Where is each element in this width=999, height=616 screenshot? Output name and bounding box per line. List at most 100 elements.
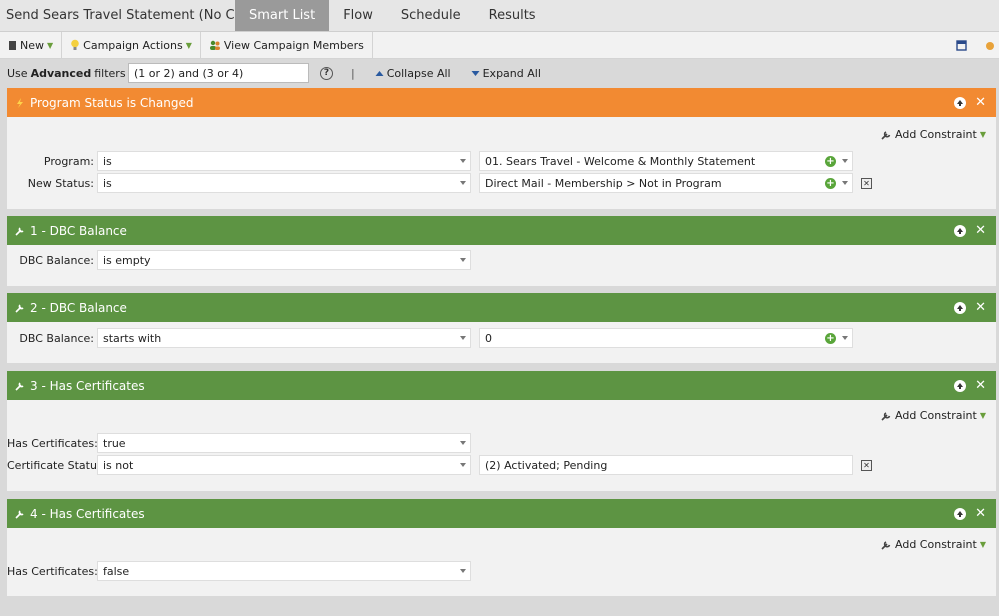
wrench-icon [15, 226, 24, 236]
view-campaign-members-button[interactable]: View Campaign Members [201, 31, 373, 59]
operator-value: is not [103, 458, 134, 472]
tab-smart-list[interactable]: Smart List [235, 0, 330, 31]
value-text: Direct Mail - Membership > Not in Progra… [485, 176, 722, 190]
remove-constraint-icon[interactable]: ✕ [861, 459, 872, 471]
dropdown-arrow-icon [460, 441, 466, 445]
operator-select[interactable]: is [97, 173, 471, 193]
filter-card-4-has-certificates: 4 - Has Certificates ✕ Add Constraint ▼ … [7, 499, 996, 596]
trigger-card-program-status: Program Status is Changed ✕ Add Constrai… [7, 88, 996, 209]
delete-filter-icon[interactable]: ✕ [975, 96, 986, 109]
card-controls: ✕ [954, 88, 986, 117]
dropdown-arrow-icon [460, 258, 466, 262]
value-text: (2) Activated; Pending [485, 458, 608, 472]
notification-icon[interactable] [985, 41, 995, 51]
move-up-icon[interactable] [954, 224, 967, 237]
tab-campaign-title[interactable]: Send Sears Travel Statement (No Cert/... [0, 0, 235, 31]
card-title: Program Status is Changed [30, 95, 194, 110]
card-controls: ✕ [954, 293, 986, 322]
dropdown-arrow-icon [460, 569, 466, 573]
chevron-down-icon: ▼ [979, 540, 986, 549]
value-select[interactable]: 01. Sears Travel - Welcome & Monthly Sta… [479, 151, 853, 171]
dropdown-arrow-icon [460, 159, 466, 163]
toolbar: New ▼ Campaign Actions ▼ View Campaign M… [0, 31, 999, 59]
new-button-label: New [20, 38, 44, 52]
operator-select[interactable]: true [97, 433, 471, 453]
tab-flow[interactable]: Flow [329, 0, 387, 31]
value-select[interactable]: Direct Mail - Membership > Not in Progra… [479, 173, 853, 193]
chevron-down-icon: ▼ [979, 130, 986, 139]
expand-all-button[interactable]: Expand All [471, 67, 541, 80]
card-header[interactable]: Program Status is Changed ✕ [7, 88, 996, 117]
add-constraint-button[interactable]: Add Constraint ▼ [881, 128, 986, 141]
dropdown-arrow-icon [460, 336, 466, 340]
filter-logic-bar: Use Advanced filters ▼ ? | Collapse All … [0, 59, 999, 87]
dropdown-arrow-icon [460, 181, 466, 185]
move-up-icon[interactable] [954, 96, 967, 109]
move-up-icon[interactable] [954, 301, 967, 314]
collapse-all-button[interactable]: Collapse All [375, 67, 451, 80]
card-header[interactable]: 3 - Has Certificates ✕ [7, 371, 996, 400]
dropdown-arrow-icon [842, 181, 848, 185]
add-value-icon[interactable]: + [825, 156, 836, 167]
card-header[interactable]: 4 - Has Certificates ✕ [7, 499, 996, 528]
filter-logic-input[interactable] [128, 63, 309, 83]
card-header[interactable]: 2 - DBC Balance ✕ [7, 293, 996, 322]
operator-select[interactable]: is [97, 151, 471, 171]
advanced-label: Advanced [30, 66, 92, 80]
add-value-icon[interactable]: + [825, 333, 836, 344]
filter-row: DBC Balance: is empty [7, 250, 471, 270]
add-constraint-button[interactable]: Add Constraint ▼ [881, 538, 986, 551]
field-label: DBC Balance: [19, 253, 94, 267]
advanced-filters-toggle[interactable]: Use Advanced filters ▼ [0, 66, 135, 80]
help-icon[interactable]: ? [320, 66, 333, 80]
operator-select[interactable]: is empty [97, 250, 471, 270]
remove-constraint-icon[interactable]: ✕ [861, 177, 872, 189]
filter-row: Has Certificates: false [7, 561, 471, 581]
operator-select[interactable]: false [97, 561, 471, 581]
wrench-icon [15, 303, 24, 313]
campaign-actions-button[interactable]: Campaign Actions ▼ [62, 31, 201, 59]
delete-filter-icon[interactable]: ✕ [975, 379, 986, 392]
move-up-icon[interactable] [954, 507, 967, 520]
delete-filter-icon[interactable]: ✕ [975, 507, 986, 520]
wrench-icon [881, 541, 891, 550]
window-icon[interactable] [956, 40, 967, 51]
dropdown-arrow-icon [842, 336, 848, 340]
new-button[interactable]: New ▼ [0, 31, 63, 59]
filter-row: Certificate Status: is not (2) Activated… [7, 455, 872, 475]
add-constraint-label: Add Constraint [895, 409, 977, 422]
value-select[interactable]: 0 + [479, 328, 853, 348]
value-text: 01. Sears Travel - Welcome & Monthly Sta… [485, 154, 756, 168]
toolbar-separator: | [351, 66, 355, 80]
new-document-icon [9, 40, 16, 50]
tab-results[interactable]: Results [475, 0, 550, 31]
wrench-icon [881, 131, 891, 140]
filter-card-3-has-certificates: 3 - Has Certificates ✕ Add Constraint ▼ … [7, 371, 996, 491]
filter-row: Has Certificates: true [7, 433, 471, 453]
operator-select[interactable]: is not [97, 455, 471, 475]
add-constraint-label: Add Constraint [895, 538, 977, 551]
field-label: New Status: [27, 176, 94, 190]
card-title: 3 - Has Certificates [30, 378, 145, 393]
filter-row: Program: is 01. Sears Travel - Welcome &… [7, 151, 853, 171]
filter-row: New Status: is Direct Mail - Membership … [7, 173, 872, 193]
add-constraint-button[interactable]: Add Constraint ▼ [881, 409, 986, 422]
card-controls: ✕ [954, 499, 986, 528]
operator-value: true [103, 436, 126, 450]
expand-icon [471, 70, 480, 76]
delete-filter-icon[interactable]: ✕ [975, 301, 986, 314]
operator-value: is empty [103, 253, 151, 267]
move-up-icon[interactable] [954, 379, 967, 392]
tab-schedule[interactable]: Schedule [387, 0, 475, 31]
lightbulb-icon [71, 39, 79, 50]
operator-select[interactable]: starts with [97, 328, 471, 348]
value-input[interactable]: (2) Activated; Pending [479, 455, 853, 475]
card-header[interactable]: 1 - DBC Balance ✕ [7, 216, 996, 245]
value-text: 0 [485, 331, 492, 345]
filters-label: filters [94, 66, 126, 80]
chevron-down-icon: ▼ [979, 411, 986, 420]
wrench-icon [15, 381, 24, 391]
filter-row: DBC Balance: starts with 0 + [7, 328, 853, 348]
add-value-icon[interactable]: + [825, 178, 836, 189]
delete-filter-icon[interactable]: ✕ [975, 224, 986, 237]
